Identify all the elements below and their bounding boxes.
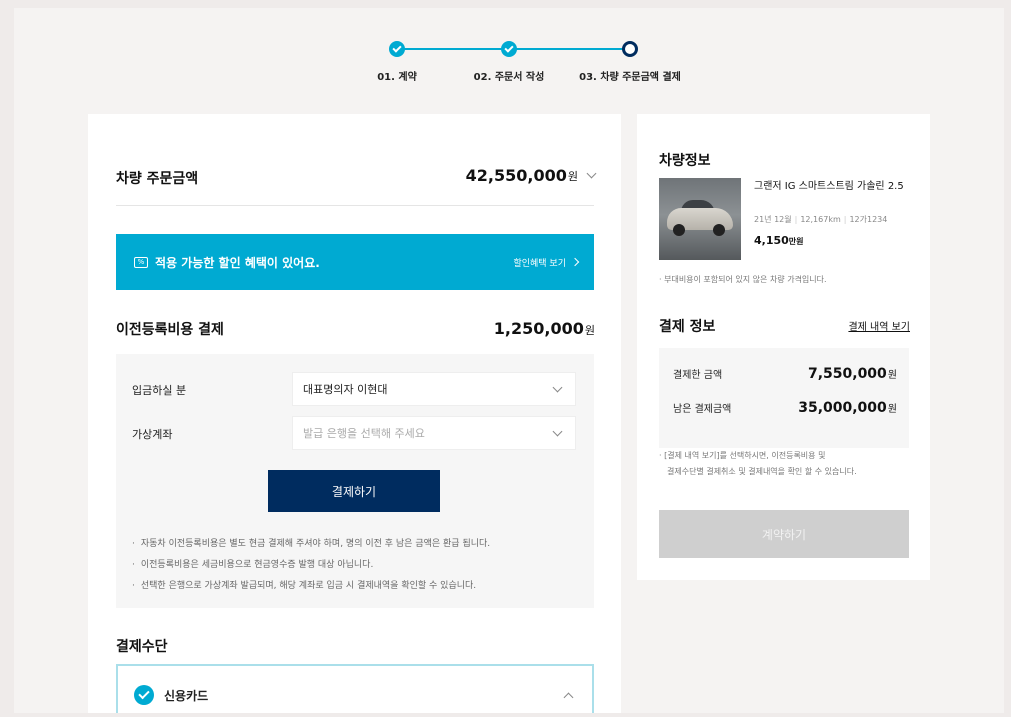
remaining-amount: 35,000,000원: [798, 400, 897, 416]
car-year: 21년 12월: [754, 215, 792, 224]
car-price: 4,150만원: [754, 234, 804, 247]
virtual-account-placeholder: 발급 은행을 선택해 주세요: [303, 427, 425, 440]
discount-view-label: 할인혜택 보기: [513, 258, 566, 269]
order-stepper: 01. 계약 02. 주문서 작성 03. 차량 주문금액 결제: [14, 8, 1004, 108]
paid-amount-unit: 원: [887, 370, 897, 381]
chevron-right-icon: [570, 257, 580, 267]
vehicle-info-title: 차량정보: [659, 153, 711, 169]
transfer-fee-unit: 원: [584, 324, 595, 337]
pay-button[interactable]: 결제하기: [268, 470, 440, 512]
vehicle-note-text: 부대비용이 포함되어 있지 않은 차량 가격입니다.: [664, 275, 827, 284]
percent-icon: %: [134, 256, 148, 268]
car-plate: 12가1234: [849, 215, 888, 224]
step-1-check-icon: [389, 41, 405, 57]
payment-note-line1: [결제 내역 보기]를 선택하시면, 이전등록비용 및: [664, 451, 826, 460]
step-2-label: 02. 주문서 작성: [473, 72, 545, 83]
discount-view-link[interactable]: 할인혜택 보기: [513, 256, 580, 269]
order-amount-toggle[interactable]: 42,550,000 원: [465, 166, 597, 185]
car-meta: 21년 12월 | 12,167km | 12가1234: [754, 215, 888, 224]
transfer-note: 이전등록비용은 세금비용으로 현금영수증 발행 대상 아닙니다.: [132, 555, 490, 576]
car-price-unit: 만원: [788, 237, 804, 246]
payment-note-line2: 결제수단별 결제취소 및 결제내역을 확인 할 수 있습니다.: [667, 467, 857, 476]
step-2-check-icon: [501, 41, 517, 57]
transfer-fee-title: 이전등록비용 결제: [116, 322, 224, 338]
transfer-note: 자동차 이전등록비용은 별도 현금 결제해 주셔야 하며, 명의 이전 후 남은…: [132, 534, 490, 555]
paid-amount: 7,550,000원: [808, 366, 897, 382]
check-circle-icon: [134, 685, 154, 705]
discount-banner[interactable]: % 적용 가능한 할인 혜택이 있어요. 할인혜택 보기: [116, 234, 594, 290]
car-mileage: 12,167km: [800, 215, 841, 224]
chevron-down-icon: [552, 382, 563, 392]
payment-history-note: · [결제 내역 보기]를 선택하시면, 이전등록비용 및 결제수단별 결제취소…: [659, 448, 857, 480]
remaining-amount-unit: 원: [887, 404, 897, 415]
car-name: 그랜저 IG 스마트스트림 가솔린 2.5: [754, 181, 904, 192]
order-payment-panel: 차량 주문금액 42,550,000 원 % 적용 가능한 할인 혜택이 있어요…: [88, 114, 621, 713]
chevron-down-icon: [586, 168, 597, 179]
contract-button[interactable]: 계약하기: [659, 510, 909, 558]
remaining-amount-label: 남은 결제금액: [673, 404, 732, 415]
step-3-label: 03. 차량 주문금액 결제: [579, 72, 681, 83]
chevron-up-icon[interactable]: [563, 692, 574, 702]
summary-panel: 차량정보 그랜저 IG 스마트스트림 가솔린 2.5 21년 12월 | 12,16…: [637, 114, 930, 580]
paid-amount-value: 7,550,000: [807, 366, 887, 382]
order-amount-unit: 원: [567, 169, 578, 183]
page-frame: 01. 계약 02. 주문서 작성 03. 차량 주문금액 결제 차량 주문금액…: [14, 8, 1004, 713]
transfer-fee-amount: 1,250,000원: [494, 319, 595, 338]
payment-method-credit-card[interactable]: 신용카드: [116, 664, 594, 713]
paid-amount-label: 결제한 금액: [673, 370, 723, 381]
payment-method-title: 결제수단: [116, 639, 168, 655]
vehicle-price-note: · 부대비용이 포함되어 있지 않은 차량 가격입니다.: [659, 275, 827, 284]
transfer-notes: 자동차 이전등록비용은 별도 현금 결제해 주셔야 하며, 명의 이전 후 남은…: [132, 534, 490, 597]
depositor-select[interactable]: 대표명의자 이현대: [292, 372, 576, 406]
payment-info-title: 결제 정보: [659, 319, 716, 335]
payment-history-link[interactable]: 결제 내역 보기: [848, 318, 910, 333]
transfer-note: 선택한 은행으로 가상계좌 발급되며, 해당 계좌로 입금 시 결제내역을 확인…: [132, 576, 490, 597]
transfer-fee-value: 1,250,000: [493, 319, 584, 338]
step-3-current-icon: [622, 41, 638, 57]
discount-banner-text: 적용 가능한 할인 혜택이 있어요.: [155, 255, 320, 270]
virtual-account-select[interactable]: 발급 은행을 선택해 주세요: [292, 416, 576, 450]
car-image: [659, 178, 741, 260]
depositor-label: 입금하실 분: [132, 384, 187, 397]
remaining-amount-value: 35,000,000: [798, 400, 887, 416]
depositor-value: 대표명의자 이현대: [303, 383, 388, 396]
payment-method-label: 신용카드: [164, 688, 209, 703]
payment-summary-box: 결제한 금액 7,550,000원 남은 결제금액 35,000,000원: [659, 348, 909, 448]
order-amount-title: 차량 주문금액: [116, 171, 199, 187]
virtual-account-label: 가상계좌: [132, 428, 173, 441]
chevron-down-icon: [552, 426, 563, 436]
divider: [116, 205, 594, 206]
transfer-fee-form: 입금하실 분 대표명의자 이현대 가상계좌 발급 은행을 선택해 주세요 결제하…: [116, 354, 594, 608]
order-amount-value: 42,550,000: [465, 166, 567, 185]
car-price-value: 4,150: [754, 234, 789, 247]
step-1-label: 01. 계약: [377, 72, 417, 83]
